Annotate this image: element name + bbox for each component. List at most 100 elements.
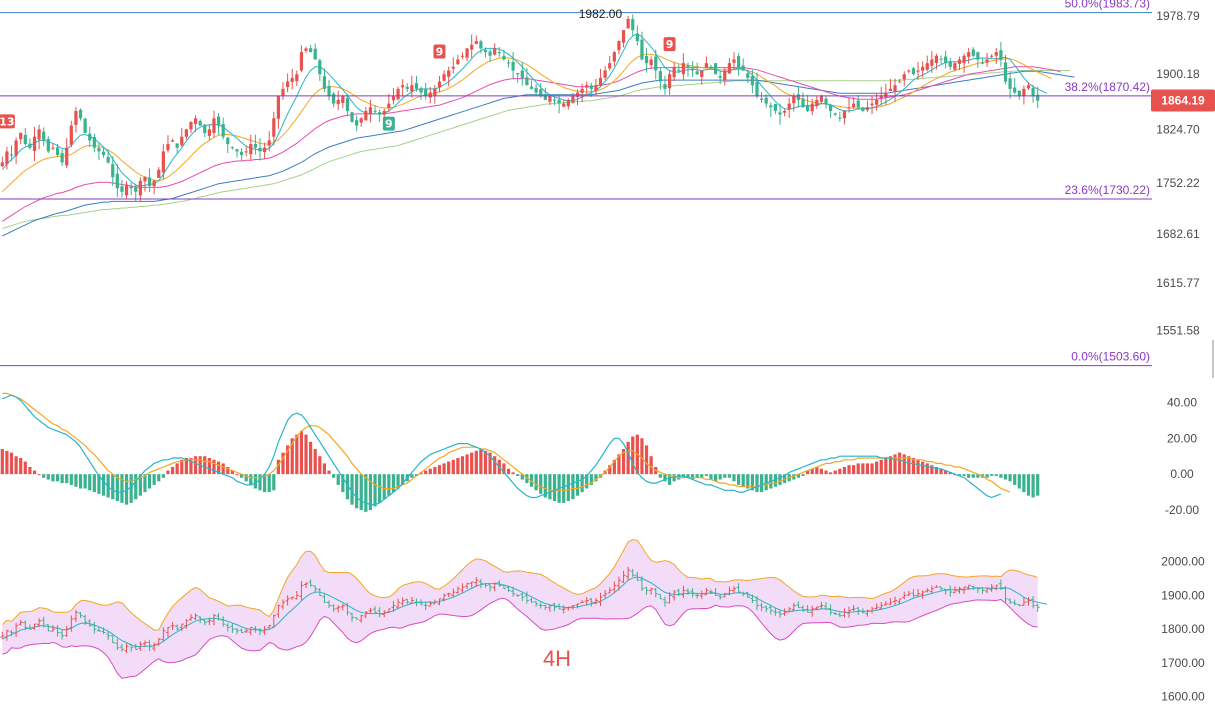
macd-hist-bar (83, 474, 87, 489)
candle-body (143, 177, 147, 182)
trading-chart[interactable]: 50.0%(1983.73) 38.2%(1870.42) 23.6%(1730.2… (0, 0, 1215, 713)
macd-hist-bar (511, 472, 515, 475)
candle-body (465, 48, 469, 58)
candle-body (585, 85, 589, 88)
macd-hist-bar (460, 456, 465, 475)
candle-body (309, 48, 313, 53)
macd-hist-bar (562, 474, 566, 503)
macd-hist-bar (111, 474, 115, 500)
macd-hist-bar (387, 474, 391, 496)
moving-averages (1, 33, 1075, 237)
candle-body (1003, 62, 1008, 82)
macd-hist-bar (1031, 474, 1035, 498)
price-y-axis: 1978.79 1900.18 1824.70 1752.22 1682.61 1615.… (1156, 9, 1200, 337)
candle-body (350, 112, 354, 122)
macd-hist-bar (19, 458, 23, 475)
macd-hist-bar (46, 474, 50, 480)
candle-body (999, 50, 1003, 60)
macd-hist-bar (759, 474, 764, 493)
candle-body (78, 109, 83, 119)
macd-hist-bar (842, 466, 847, 475)
candle-body (713, 63, 718, 75)
candle-body (69, 125, 73, 145)
macd-hist-bar (971, 474, 975, 478)
macd-tick-label: 0.00 (1170, 467, 1194, 481)
candle-body (488, 51, 492, 56)
candle-body (147, 177, 152, 186)
macd-hist-bar (479, 449, 483, 475)
macd-hist-bar (78, 474, 83, 489)
candle-body (566, 99, 570, 107)
macd-hist-bar (382, 474, 386, 500)
candle-body (677, 69, 681, 71)
macd-hist-bar (101, 474, 106, 496)
macd-hist-bar (875, 461, 879, 475)
candle-body (5, 151, 9, 165)
candle-body (46, 139, 50, 152)
macd-hist-bar (580, 474, 584, 493)
candle-body (262, 147, 267, 153)
candle-body (286, 81, 290, 88)
macd-hist-bar (865, 463, 870, 475)
candle-body (152, 180, 156, 187)
candle-body (649, 59, 653, 66)
candle-body (373, 110, 377, 112)
macd-hist-bar (5, 450, 9, 475)
price-tick-label: 1978.79 (1156, 9, 1200, 23)
candle-body (594, 85, 598, 91)
macd-hist-bar (1008, 474, 1012, 482)
candle-body (658, 71, 662, 82)
candle-body (493, 48, 497, 55)
macd-panel[interactable]: 40.00 20.00 0.00 -20.00 (0, 392, 1200, 517)
candle-body (516, 72, 520, 75)
bollinger-panel[interactable]: 2000.00 1900.00 1800.00 1700.00 1600.00 4H (0, 539, 1205, 704)
candle-body (221, 124, 225, 137)
candle-body (207, 129, 211, 136)
candle-body (506, 62, 511, 64)
candle-body (378, 112, 382, 115)
candle-body (847, 107, 851, 109)
candle-body (796, 94, 801, 100)
macd-hist-bar (207, 458, 211, 475)
macd-hist-bar (1003, 474, 1008, 480)
macd-hist-bar (364, 474, 368, 512)
candle-body (401, 85, 405, 88)
candle-body (253, 144, 258, 148)
candle-body (327, 85, 331, 97)
candle-body (704, 63, 708, 68)
macd-hist-bar (161, 474, 165, 478)
candle-body (428, 92, 432, 98)
candle-body (888, 88, 893, 92)
candle-body (23, 134, 27, 145)
macd-hist-bar (861, 463, 865, 475)
macd-hist-bar (65, 474, 69, 484)
candle-body (1031, 87, 1035, 97)
macd-hist-bar (465, 454, 469, 475)
td-marker-label: 13 (0, 115, 15, 128)
candle-body (934, 55, 939, 64)
candle-body (391, 96, 396, 101)
candle-body (203, 124, 207, 134)
candle-body (911, 68, 916, 75)
macd-hist-bar (566, 474, 570, 502)
macd-hist-bar (258, 474, 262, 491)
macd-hist-bar (424, 470, 428, 475)
candle-body (42, 131, 46, 141)
macd-hist-bar (801, 474, 805, 476)
price-tick-label: 1615.77 (1156, 276, 1200, 290)
candle-body (879, 96, 883, 99)
candle-body (92, 137, 96, 148)
macd-hist-bar (203, 456, 207, 475)
macd-hist-bar (552, 474, 557, 502)
macd-hist-bar (718, 474, 722, 480)
price-panel[interactable]: 50.0%(1983.73) 38.2%(1870.42) 23.6%(1730.2… (0, 0, 1215, 367)
candle-body (792, 96, 796, 104)
macd-hist-bar (732, 474, 736, 482)
macd-hist-bar (819, 468, 824, 475)
macd-hist-bar (736, 474, 741, 485)
peak-annotation: 1982.00 (579, 7, 623, 21)
candle-body (815, 99, 819, 107)
macd-hist-bar (994, 474, 998, 476)
macd-hist-bar (253, 474, 258, 489)
macd-hist-bar (69, 474, 73, 485)
